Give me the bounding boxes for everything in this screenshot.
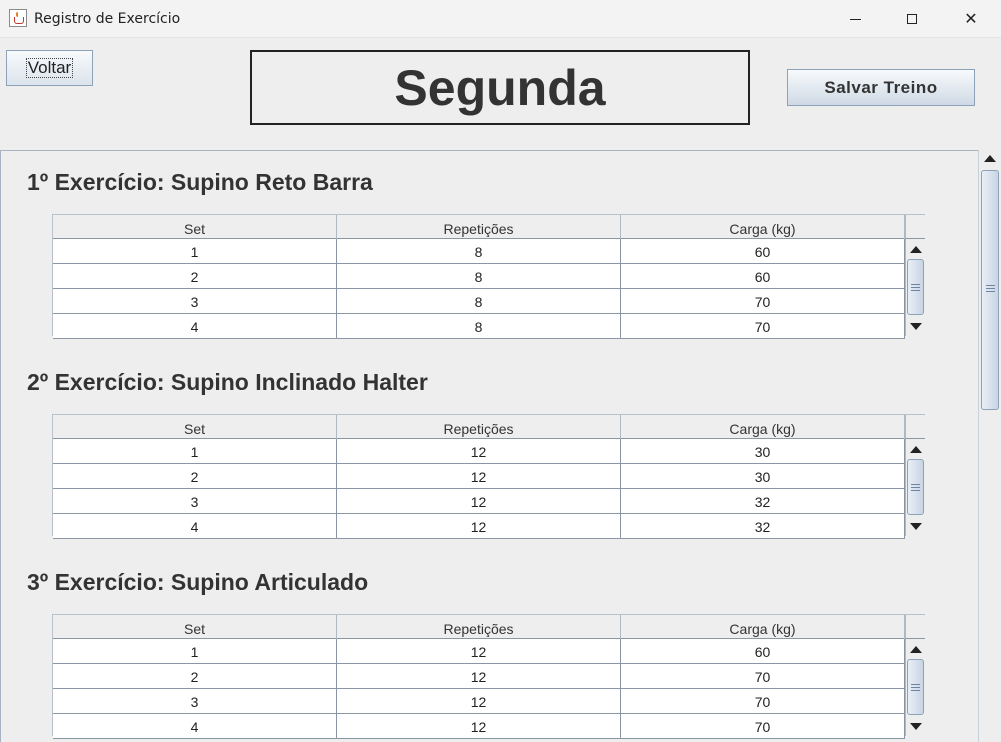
table-cell[interactable]: 1 [53, 639, 337, 663]
table-cell[interactable]: 32 [621, 489, 905, 513]
table-row[interactable]: 3 12 70 [53, 689, 905, 714]
table-cell[interactable]: 4 [53, 314, 337, 338]
table-cell[interactable]: 8 [337, 314, 621, 338]
column-header[interactable]: Set [53, 215, 337, 239]
table-cell[interactable]: 3 [53, 489, 337, 513]
table-row[interactable]: 3 12 32 [53, 489, 905, 514]
table-cell[interactable]: 12 [337, 514, 621, 538]
exercise-title: 3º Exercício: Supino Articulado [27, 569, 369, 595]
scroll-thumb[interactable] [907, 259, 924, 315]
table-row[interactable]: 2 12 30 [53, 464, 905, 489]
table-cell[interactable]: 70 [621, 314, 905, 338]
table-row[interactable]: 1 12 60 [53, 639, 905, 664]
minimize-icon [849, 18, 861, 20]
java-app-icon [9, 9, 27, 27]
day-title: Segunda [250, 50, 750, 125]
table-cell[interactable]: 30 [621, 464, 905, 488]
table-cell[interactable]: 12 [337, 439, 621, 463]
table-cell[interactable]: 2 [53, 264, 337, 288]
table-header: Set Repetições Carga (kg) [53, 215, 905, 239]
column-header[interactable]: Repetições [337, 215, 621, 239]
table-row[interactable]: 4 12 70 [53, 714, 905, 739]
scroll-down-arrow-icon[interactable] [910, 323, 922, 330]
table-cell[interactable]: 70 [621, 689, 905, 713]
scroll-down-arrow-icon[interactable] [910, 523, 922, 530]
table-header-corner [905, 615, 925, 639]
exercise-title: 1º Exercício: Supino Reto Barra [27, 169, 373, 195]
table-cell[interactable]: 8 [337, 264, 621, 288]
table-header: Set Repetições Carga (kg) [53, 615, 905, 639]
scroll-thumb[interactable] [981, 170, 999, 410]
table-cell[interactable]: 2 [53, 664, 337, 688]
scroll-up-arrow-icon[interactable] [910, 646, 922, 653]
main-vertical-scrollbar[interactable] [978, 150, 1001, 742]
exercise-title: 2º Exercício: Supino Inclinado Halter [27, 369, 428, 395]
minimize-button[interactable] [826, 0, 884, 38]
table-cell[interactable]: 70 [621, 664, 905, 688]
table-cell[interactable]: 12 [337, 489, 621, 513]
column-header[interactable]: Carga (kg) [621, 415, 905, 439]
column-header[interactable]: Repetições [337, 615, 621, 639]
title-bar: Registro de Exercício ✕ [0, 0, 1001, 38]
table-cell[interactable]: 3 [53, 289, 337, 313]
save-workout-button[interactable]: Salvar Treino [787, 69, 975, 106]
column-header[interactable]: Set [53, 615, 337, 639]
exercise-scroll-panel[interactable]: 1º Exercício: Supino Reto Barra Set Repeti… [0, 150, 978, 742]
table-cell[interactable]: 1 [53, 239, 337, 263]
scroll-thumb[interactable] [907, 459, 924, 515]
table-header-corner [905, 215, 925, 239]
table-cell[interactable]: 2 [53, 464, 337, 488]
table-row[interactable]: 1 12 30 [53, 439, 905, 464]
table-vertical-scrollbar[interactable] [905, 239, 925, 336]
table-vertical-scrollbar[interactable] [905, 439, 925, 536]
table-header: Set Repetições Carga (kg) [53, 415, 905, 439]
maximize-button[interactable] [883, 0, 941, 38]
column-header[interactable]: Carga (kg) [621, 615, 905, 639]
table-cell[interactable]: 70 [621, 289, 905, 313]
table-cell[interactable]: 12 [337, 664, 621, 688]
table-header-corner [905, 415, 925, 439]
table-row[interactable]: 2 12 70 [53, 664, 905, 689]
scroll-up-arrow-icon[interactable] [984, 155, 996, 162]
scroll-up-arrow-icon[interactable] [910, 246, 922, 253]
table-cell[interactable]: 4 [53, 514, 337, 538]
sets-table[interactable]: Set Repetições Carga (kg) 1 12 60 2 12 70 3 12 70 4 1… [52, 614, 925, 739]
table-cell[interactable]: 32 [621, 514, 905, 538]
maximize-icon [907, 14, 917, 24]
table-row[interactable]: 4 8 70 [53, 314, 905, 339]
table-row[interactable]: 1 8 60 [53, 239, 905, 264]
table-cell[interactable]: 8 [337, 239, 621, 263]
table-cell[interactable]: 8 [337, 289, 621, 313]
table-vertical-scrollbar[interactable] [905, 639, 925, 736]
table-row[interactable]: 4 12 32 [53, 514, 905, 539]
column-header[interactable]: Carga (kg) [621, 215, 905, 239]
window-title: Registro de Exercício [34, 11, 181, 27]
table-cell[interactable]: 4 [53, 714, 337, 738]
sets-table[interactable]: Set Repetições Carga (kg) 1 8 60 2 8 60 3 8 70 4 8 70 [52, 214, 925, 339]
table-row[interactable]: 3 8 70 [53, 289, 905, 314]
back-button-label: Voltar [25, 58, 74, 78]
table-cell[interactable]: 12 [337, 689, 621, 713]
scroll-thumb[interactable] [907, 659, 924, 715]
table-cell[interactable]: 60 [621, 239, 905, 263]
table-cell[interactable]: 60 [621, 264, 905, 288]
column-header[interactable]: Repetições [337, 415, 621, 439]
close-button[interactable]: ✕ [942, 0, 1000, 38]
table-cell[interactable]: 12 [337, 464, 621, 488]
table-cell[interactable]: 30 [621, 439, 905, 463]
table-cell[interactable]: 70 [621, 714, 905, 738]
back-button[interactable]: Voltar [6, 50, 93, 86]
scroll-down-arrow-icon[interactable] [910, 723, 922, 730]
close-icon: ✕ [964, 11, 978, 28]
table-row[interactable]: 2 8 60 [53, 264, 905, 289]
scroll-up-arrow-icon[interactable] [910, 446, 922, 453]
sets-table[interactable]: Set Repetições Carga (kg) 1 12 30 2 12 30 3 12 32 4 1… [52, 414, 925, 539]
table-cell[interactable]: 3 [53, 689, 337, 713]
table-cell[interactable]: 60 [621, 639, 905, 663]
table-cell[interactable]: 1 [53, 439, 337, 463]
column-header[interactable]: Set [53, 415, 337, 439]
table-cell[interactable]: 12 [337, 714, 621, 738]
table-cell[interactable]: 12 [337, 639, 621, 663]
